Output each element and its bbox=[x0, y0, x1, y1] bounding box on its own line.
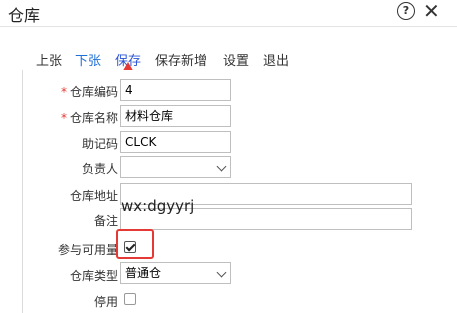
mnemonic-input[interactable]: CLCK bbox=[120, 131, 231, 153]
manager-select[interactable] bbox=[120, 156, 231, 178]
mnemonic-label: 助记码 bbox=[81, 137, 118, 151]
address-label: 仓库地址 bbox=[69, 189, 118, 203]
code-label: * 仓库编码 bbox=[60, 85, 118, 99]
manager-label: 负责人 bbox=[81, 162, 118, 176]
disabled-label: 停用 bbox=[93, 295, 118, 309]
chevron-down-icon bbox=[216, 161, 227, 172]
prev-record-button[interactable]: 上张 bbox=[36, 50, 62, 69]
toolbar: 上张 下张 保存 保存新增 设置 退出 bbox=[0, 48, 457, 70]
name-input[interactable]: 材料仓库 bbox=[120, 105, 231, 127]
type-select[interactable]: 普通仓 bbox=[120, 262, 231, 284]
annotation-highlight-box bbox=[116, 229, 154, 259]
name-label: * 仓库名称 bbox=[60, 111, 118, 125]
remark-label: 备注 bbox=[93, 214, 118, 228]
dialog-titlebar: 仓库 ? ✕ bbox=[0, 0, 457, 27]
form-panel: * 仓库编码 4 * 仓库名称 材料仓库 助记码 CLCK 负责人 仓库地址 备注 … bbox=[22, 70, 457, 313]
settings-button[interactable]: 设置 bbox=[223, 50, 249, 69]
available-label: 参与可用量 bbox=[57, 243, 118, 257]
chevron-down-icon bbox=[216, 267, 227, 278]
help-icon[interactable]: ? bbox=[397, 2, 415, 20]
code-input[interactable]: 4 bbox=[120, 79, 231, 101]
disabled-checkbox[interactable] bbox=[124, 293, 136, 305]
close-icon[interactable]: ✕ bbox=[423, 0, 440, 23]
exit-button[interactable]: 退出 bbox=[263, 50, 289, 69]
save-and-new-button[interactable]: 保存新增 bbox=[155, 50, 207, 69]
watermark-text: wx:dgyyrj bbox=[121, 197, 195, 215]
type-label: 仓库类型 bbox=[69, 269, 118, 283]
dialog-title: 仓库 bbox=[8, 6, 41, 25]
type-value: 普通仓 bbox=[125, 266, 162, 280]
next-record-button[interactable]: 下张 bbox=[75, 50, 101, 69]
